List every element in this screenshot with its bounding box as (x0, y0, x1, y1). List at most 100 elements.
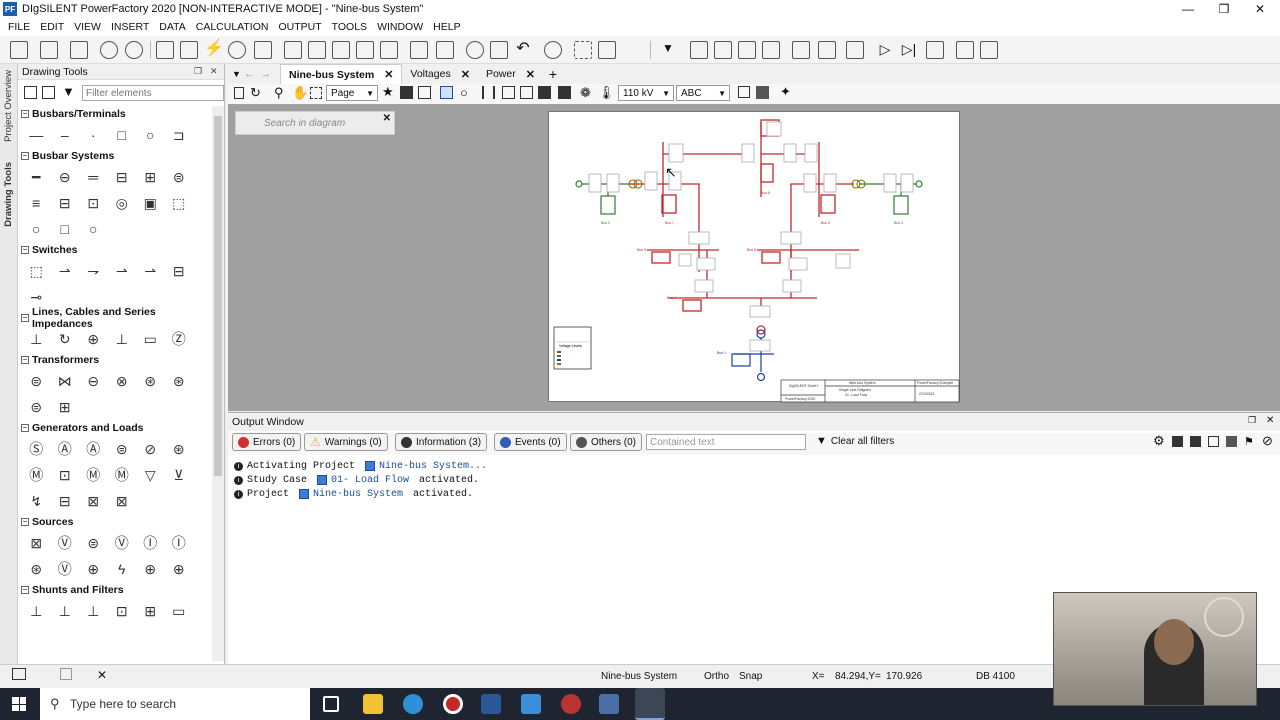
palette-scrollbar[interactable] (212, 106, 224, 661)
category-header[interactable]: − Lines, Cables and Series Impedances (18, 306, 212, 330)
junction-node-icon[interactable]: · (79, 122, 108, 148)
database-icon[interactable] (410, 41, 428, 59)
ac-current-source-icon[interactable]: Ⓘ (136, 530, 165, 556)
reset-calculation-icon[interactable] (466, 41, 484, 59)
settings-app-icon[interactable] (561, 694, 581, 714)
undo-icon[interactable]: ↶ (514, 41, 532, 59)
select-area-icon[interactable] (574, 41, 592, 59)
step-icon[interactable]: ▷| (900, 41, 918, 59)
ac-voltage-source-icon[interactable]: Ⓥ (51, 530, 80, 556)
scenario-icon[interactable] (956, 41, 974, 59)
collapse-icon[interactable]: − (21, 152, 29, 160)
filter-elements-input[interactable] (82, 85, 224, 101)
load-flow-icon[interactable] (228, 41, 246, 59)
back-icon[interactable]: ← (244, 68, 260, 80)
circle-substation-icon[interactable]: ○ (22, 216, 51, 242)
settings-gear-icon[interactable]: ⚙ (1153, 433, 1165, 449)
export-icon[interactable] (380, 41, 398, 59)
rlc-shunt-icon[interactable]: ▭ (165, 598, 194, 624)
pan-icon[interactable]: ✋ (292, 85, 308, 101)
warnings-filter-button[interactable]: ⚠ Warnings (0) (304, 433, 388, 451)
dc-current-source-icon[interactable]: Ⓘ (165, 530, 194, 556)
script-icon[interactable] (254, 41, 272, 59)
synchronous-generator-icon[interactable]: Ⓢ (22, 436, 51, 462)
busbar-sectionalizer-icon[interactable]: ⊟ (51, 190, 80, 216)
collapse-icon[interactable]: − (21, 356, 29, 364)
single-line-diagram[interactable]: Bus 7 Bus 8 Bus 9 Bus 5 Bus 6 Bus 4 Bus … (548, 111, 960, 403)
information-filter-button[interactable]: Information (3) (395, 433, 488, 451)
favorite-icon[interactable]: ★ (382, 84, 394, 100)
circle-terminal-icon[interactable]: ○ (136, 122, 165, 148)
date-time-icon[interactable] (100, 41, 118, 59)
clear-filters-button[interactable]: ▼ Clear all filters (816, 435, 894, 447)
internal-node-icon[interactable]: □ (108, 122, 137, 148)
maximize-panel-icon[interactable] (60, 668, 72, 680)
clear-output-icon[interactable]: ⊘ (1262, 433, 1273, 449)
collapse-icon[interactable]: − (21, 110, 29, 118)
grid-table-icon[interactable] (762, 41, 780, 59)
busbar-tie-icon[interactable]: ⊜ (165, 164, 194, 190)
round-site-icon[interactable]: ○ (79, 216, 108, 242)
ring-busbar-icon[interactable]: ◎ (108, 190, 137, 216)
scenario-edit-icon[interactable] (980, 41, 998, 59)
print-output-icon[interactable] (1226, 436, 1237, 447)
menu-insert[interactable]: INSERT (106, 21, 154, 33)
category-header[interactable]: − Sources (18, 514, 212, 530)
four-winding-transformer-icon[interactable]: ⊛ (165, 368, 194, 394)
contained-text-input[interactable]: Contained text (646, 434, 806, 450)
svc-icon[interactable]: ⊡ (108, 598, 137, 624)
two-winding-transformer-icon[interactable]: ⊜ (22, 368, 51, 394)
data-manager-icon[interactable] (10, 41, 28, 59)
network-model-icon[interactable] (125, 41, 143, 59)
app-window-icon[interactable] (521, 694, 541, 714)
dc-voltage-source-icon[interactable]: Ⓥ (108, 530, 137, 556)
load-switch-icon[interactable]: ⇀ (108, 258, 137, 284)
single-busbar-icon[interactable]: ━ (22, 164, 51, 190)
ideal-source-icon[interactable]: ⊕ (165, 556, 194, 582)
float-output-icon[interactable]: ❐ (1248, 415, 1256, 426)
switch-box-icon[interactable]: ⬚ (22, 258, 51, 284)
move-icon[interactable] (846, 41, 864, 59)
menu-file[interactable]: FILE (3, 21, 35, 33)
output-calculation-icon[interactable] (490, 41, 508, 59)
lock-icon[interactable] (234, 87, 244, 99)
text-format-select[interactable]: ABC ▼ (676, 85, 730, 101)
windows-start-icon[interactable] (12, 697, 26, 711)
thermometer-icon[interactable]: 🌡 (598, 85, 615, 101)
close-panel-icon[interactable]: ✕ (210, 66, 218, 77)
mark-icon[interactable] (418, 86, 431, 99)
restore-panel-icon[interactable] (12, 668, 26, 680)
shunt-reactor-icon[interactable]: ⊥ (51, 598, 80, 624)
tab-project-overview[interactable]: Project Overview (3, 70, 14, 142)
fourier-source-icon[interactable]: ⊛ (22, 556, 51, 582)
dashed-substation-icon[interactable]: ⬚ (165, 190, 194, 216)
bracket-terminal-icon[interactable]: ⊐ (165, 122, 194, 148)
table-edit-icon[interactable] (792, 41, 810, 59)
tools-icon[interactable] (714, 41, 732, 59)
file-explorer-icon[interactable] (363, 694, 383, 714)
log-link[interactable]: Nine-bus System (313, 489, 403, 500)
find-output-icon[interactable]: ⚑ (1244, 435, 1254, 448)
menu-tools[interactable]: TOOLS (327, 21, 372, 33)
square-site-icon[interactable]: □ (51, 216, 80, 242)
snap-icon[interactable]: ✦ (780, 84, 791, 100)
dc-source-load-icon[interactable]: ⊠ (108, 488, 137, 514)
collapse-icon[interactable]: − (21, 314, 29, 322)
autotransformer-icon[interactable]: ⋈ (51, 368, 80, 394)
edge-browser-icon[interactable] (403, 694, 423, 714)
save-output-icon[interactable] (1172, 436, 1183, 447)
close-panel-icon[interactable]: ✕ (97, 668, 107, 682)
category-header[interactable]: − Busbars/Terminals (18, 106, 212, 122)
menu-calculation[interactable]: CALCULATION (191, 21, 274, 33)
tab-menu-icon[interactable]: ▼ (232, 69, 244, 79)
taskbar-search-box[interactable]: ⚲ Type here to search (40, 688, 310, 720)
copy-output-icon[interactable] (1208, 436, 1219, 447)
search-in-diagram-box[interactable]: Search in diagram ✕ (235, 111, 395, 135)
motor-icon[interactable]: Ⓜ (108, 462, 137, 488)
close-tab-icon[interactable]: ✕ (526, 68, 535, 81)
wind-generator-icon[interactable]: ⊛ (165, 436, 194, 462)
plot-icon[interactable] (308, 41, 326, 59)
colour-icon[interactable] (538, 86, 551, 99)
events-filter-button[interactable]: Events (0) (494, 433, 567, 451)
zoom-icon[interactable]: ⚲ (274, 85, 284, 101)
